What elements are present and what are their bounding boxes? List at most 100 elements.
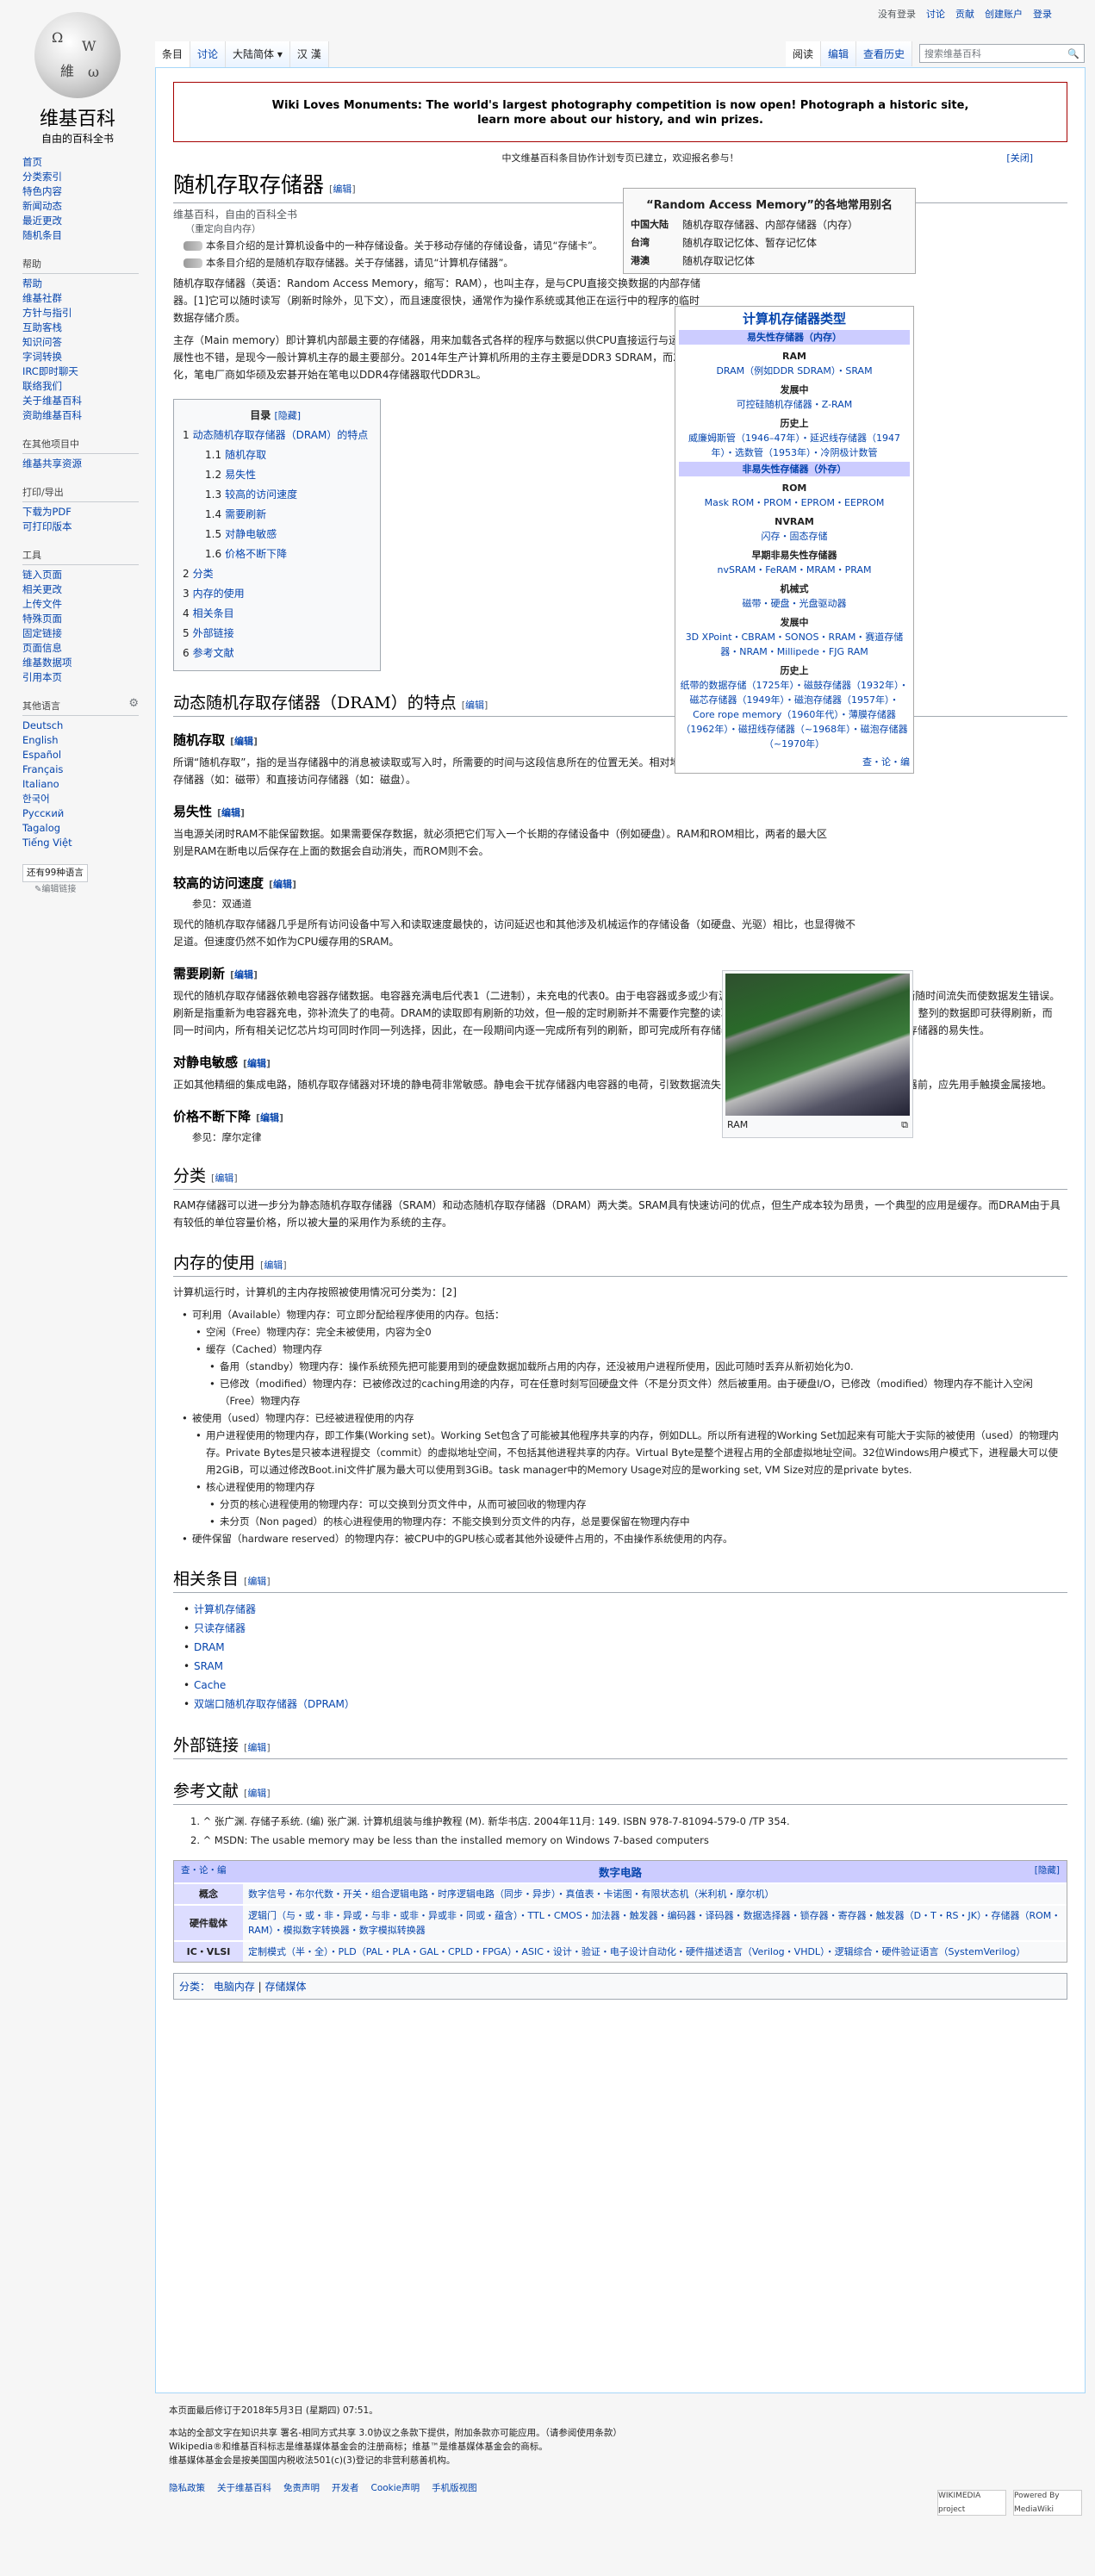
sidebar-item-nav-5[interactable]: 随机条目 xyxy=(22,228,155,243)
mediawiki-badge[interactable]: Powered By MediaWiki xyxy=(1013,2490,1082,2516)
section-edit-link[interactable]: [编辑] xyxy=(462,700,488,711)
navbox-vte[interactable]: 查・论・编 xyxy=(181,1864,227,1876)
footer-link[interactable]: 关于维基百科 xyxy=(217,2481,271,2495)
sidebar-item-help-3[interactable]: 互助客栈 xyxy=(22,320,155,335)
sidebar-item-help-0[interactable]: 帮助 xyxy=(22,277,155,291)
navbox-hide-button[interactable]: [隐藏] xyxy=(1035,1864,1060,1876)
section-edit-link[interactable]: [编辑] xyxy=(243,1058,271,1069)
navbox-links[interactable]: 闪存・固态存储 xyxy=(679,529,910,544)
navbox-links[interactable]: 威廉姆斯管（1946–47年）・延迟线存储器（1947年）・选数管（1953年）… xyxy=(679,431,910,460)
sidebar-item-print-1[interactable]: 可打印版本 xyxy=(22,520,155,534)
navbox-links[interactable]: 3D XPoint・CBRAM・SONOS・RRAM・赛道存储器・NRAM・Mi… xyxy=(679,630,910,659)
sidebar-item-print-0[interactable]: 下载为PDF xyxy=(22,505,155,520)
toc-item[interactable]: 1.4 需要刷新 xyxy=(183,505,368,525)
toc-item[interactable]: 1.2 易失性 xyxy=(183,465,368,485)
footer-link[interactable]: 隐私政策 xyxy=(169,2481,205,2495)
section-edit-link[interactable]: [编辑] xyxy=(211,1173,238,1184)
sidebar-item-help-9[interactable]: 资助维基百科 xyxy=(22,408,155,423)
section-edit-link[interactable]: [编辑] xyxy=(244,1788,271,1799)
toc-item[interactable]: 2 分类 xyxy=(183,564,368,584)
sidebar-item-nav-0[interactable]: 首页 xyxy=(22,155,155,170)
gear-icon[interactable]: ⚙ xyxy=(128,696,139,711)
footer-link[interactable]: 手机版视图 xyxy=(432,2481,477,2495)
sidebar-item-lang-0[interactable]: Deutsch xyxy=(22,719,155,733)
section-edit-link[interactable]: [编辑] xyxy=(217,807,245,818)
navbox-list[interactable]: 数字信号・布尔代数・开关・组合逻辑电路・时序逻辑电路（同步・异步）・真值表・卡诺… xyxy=(243,1882,1067,1905)
sidebar-item-lang-5[interactable]: 한국어 xyxy=(22,792,155,806)
toc-item[interactable]: 4 相关条目 xyxy=(183,604,368,624)
section-edit-link[interactable]: [编辑] xyxy=(256,1112,283,1123)
reference-item[interactable]: 1. ^ 张广渊. 存储子系统. (编) 张广渊. 计算机组装与维护教程 (M)… xyxy=(190,1812,1067,1831)
toc-item[interactable]: 3 内存的使用 xyxy=(183,584,368,604)
wikimedia-badge[interactable]: WIKIMEDIA project xyxy=(937,2490,1006,2516)
variant-han[interactable]: 汉 漢 xyxy=(289,41,329,67)
login-link[interactable]: 登录 xyxy=(1033,7,1052,21)
sidebar-item-lang-4[interactable]: Italiano xyxy=(22,777,155,792)
tab-read[interactable]: 阅读 xyxy=(785,41,821,66)
sidebar-item-help-8[interactable]: 关于维基百科 xyxy=(22,394,155,408)
toc-item[interactable]: 1.3 较高的访问速度 xyxy=(183,485,368,505)
sidebar-item-help-6[interactable]: IRC即时聊天 xyxy=(22,364,155,379)
see-also[interactable]: 参见：双通道 xyxy=(192,897,828,911)
sidebar-item-tools-4[interactable]: 固定链接 xyxy=(22,626,155,641)
category-link[interactable]: 存储媒体 xyxy=(265,1981,307,1993)
navbox-links[interactable]: DRAM（例如DDR SDRAM）・SRAM xyxy=(679,364,910,378)
toc-item[interactable]: 5 外部链接 xyxy=(183,624,368,644)
reference-item[interactable]: 2. ^ MSDN: The usable memory may be less… xyxy=(190,1831,1067,1850)
tab-article[interactable]: 条目 xyxy=(155,41,191,67)
sidebar-item-lang-8[interactable]: Tiếng Việt xyxy=(22,836,155,850)
sidebar-item-tools-2[interactable]: 上传文件 xyxy=(22,597,155,612)
footer-link[interactable]: 开发者 xyxy=(332,2481,359,2495)
sidebar-item-help-1[interactable]: 维基社群 xyxy=(22,291,155,306)
sidebar-item-help-4[interactable]: 知识问答 xyxy=(22,335,155,350)
section-edit-link[interactable]: [编辑] xyxy=(230,969,258,980)
sidebar-item-nav-1[interactable]: 分类索引 xyxy=(22,170,155,184)
sidebar-item-help-7[interactable]: 联络我们 xyxy=(22,379,155,394)
sidebar-item-other-0[interactable]: 维基共享资源 xyxy=(22,457,155,471)
categories-label[interactable]: 分类： xyxy=(179,1981,210,1993)
related-link[interactable]: 计算机存储器 xyxy=(194,1603,256,1615)
section-edit-link[interactable]: [编辑] xyxy=(269,879,296,890)
navbox-title[interactable]: 数字电路 xyxy=(599,1866,642,1879)
navbox-list[interactable]: 逻辑门（与・或・非・异或・与非・或非・异或非・同或・蕴含）・TTL・CMOS・加… xyxy=(243,1904,1067,1941)
navbox-vte[interactable]: 查・论・编 xyxy=(679,755,910,769)
sidebar-item-lang-2[interactable]: Español xyxy=(22,748,155,762)
sidebar-item-tools-3[interactable]: 特殊页面 xyxy=(22,612,155,626)
tab-edit[interactable]: 编辑 xyxy=(820,41,856,66)
search-input[interactable]: 搜索维基百科 🔍 xyxy=(919,44,1085,63)
sidebar-item-nav-4[interactable]: 最近更改 xyxy=(22,214,155,228)
navbox-links[interactable]: 纸带的数据存储（1725年）・磁鼓存储器（1932年）・磁芯存储器（1949年）… xyxy=(679,678,910,751)
search-icon[interactable]: 🔍 xyxy=(1067,48,1079,59)
footer-link[interactable]: 免责声明 xyxy=(283,2481,320,2495)
close-notice-button[interactable]: [关闭] xyxy=(1006,151,1033,165)
section-edit-link[interactable]: [编辑] xyxy=(260,1260,287,1271)
related-link[interactable]: 只读存储器 xyxy=(194,1622,246,1634)
related-link[interactable]: Cache xyxy=(194,1679,226,1691)
navbox-links[interactable]: nvSRAM・FeRAM・MRAM・PRAM xyxy=(679,563,910,577)
enlarge-icon[interactable]: ⧉ xyxy=(901,1119,908,1131)
create-account-link[interactable]: 创建账户 xyxy=(985,7,1023,21)
section-edit-link[interactable]: [编辑] xyxy=(244,1576,271,1587)
sidebar-item-help-2[interactable]: 方针与指引 xyxy=(22,306,155,320)
related-link[interactable]: SRAM xyxy=(194,1660,223,1672)
sidebar-item-lang-3[interactable]: Français xyxy=(22,762,155,777)
navbox-title[interactable]: 计算机存储器类型 xyxy=(679,312,910,327)
toc-item[interactable]: 1.6 价格不断下降 xyxy=(183,544,368,564)
sidebar-item-nav-3[interactable]: 新闻动态 xyxy=(22,199,155,214)
navbox-links[interactable]: 可控硅随机存储器・Z-RAM xyxy=(679,397,910,412)
toc-item[interactable]: 1.5 对静电敏感 xyxy=(183,525,368,544)
sidebar-item-help-5[interactable]: 字词转换 xyxy=(22,350,155,364)
sidebar-item-lang-1[interactable]: English xyxy=(22,733,155,748)
sidebar-item-lang-7[interactable]: Tagalog xyxy=(22,821,155,836)
navbox-links[interactable]: 磁带・硬盘・光盘驱动器 xyxy=(679,596,910,611)
sidebar-item-tools-7[interactable]: 引用本页 xyxy=(22,670,155,685)
toc-item[interactable]: 6 参考文献 xyxy=(183,644,368,663)
toc-item[interactable]: 1 动态随机存取存储器（DRAM）的特点 xyxy=(183,426,368,445)
sidebar-item-lang-6[interactable]: Русский xyxy=(22,806,155,821)
toc-hide-button[interactable]: [隐藏] xyxy=(274,410,301,421)
variant-dropdown[interactable]: 大陆简体 ▾ xyxy=(226,41,290,67)
section-edit-link[interactable]: [编辑] xyxy=(244,1742,271,1753)
navbox-list[interactable]: 定制模式（半・全）・PLD（PAL・PLA・GAL・CPLD・FPGA）・ASI… xyxy=(243,1940,1067,1962)
site-logo[interactable]: ΩW維ω 维基百科 自由的百科全书 xyxy=(17,12,138,145)
contributions-link[interactable]: 贡献 xyxy=(955,7,974,21)
